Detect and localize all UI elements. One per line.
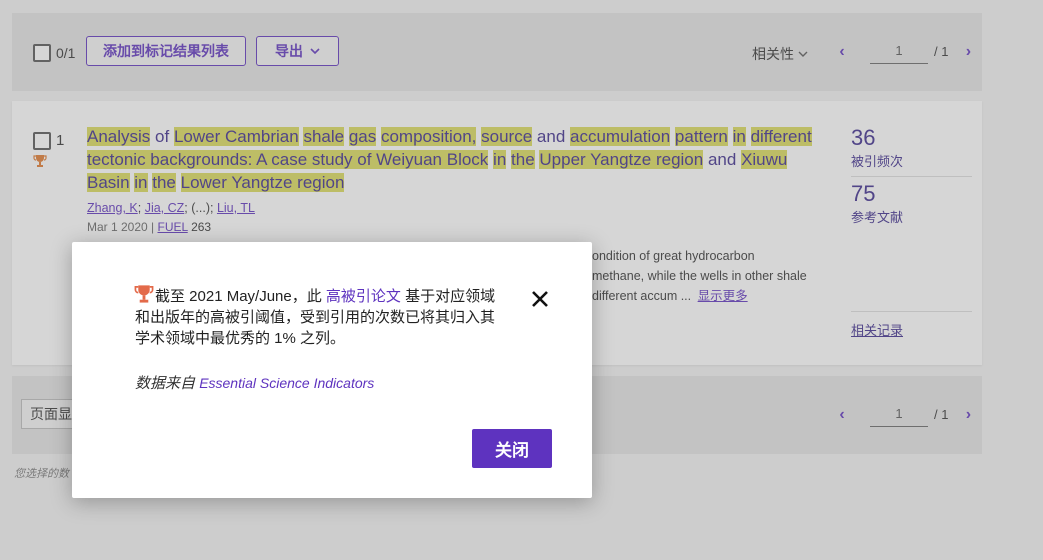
highly-cited-dialog: 截至 2021 May/June，此 高被引论文 基于对应领域和出版年的高被引阈…: [72, 242, 592, 498]
close-icon[interactable]: [529, 288, 551, 310]
source-prefix: 数据来自: [135, 375, 196, 392]
data-source: 数据来自 Essential Science Indicators: [135, 372, 374, 393]
highly-cited-link[interactable]: 高被引论文: [326, 288, 401, 305]
esi-link[interactable]: Essential Science Indicators: [199, 375, 374, 391]
close-button[interactable]: 关闭: [472, 429, 552, 468]
dialog-message: 截至 2021 May/June，此 高被引论文 基于对应领域和出版年的高被引阈…: [135, 286, 507, 349]
close-button-label: 关闭: [495, 441, 529, 460]
message-prefix: 截至 2021 May/June，此: [155, 288, 322, 305]
